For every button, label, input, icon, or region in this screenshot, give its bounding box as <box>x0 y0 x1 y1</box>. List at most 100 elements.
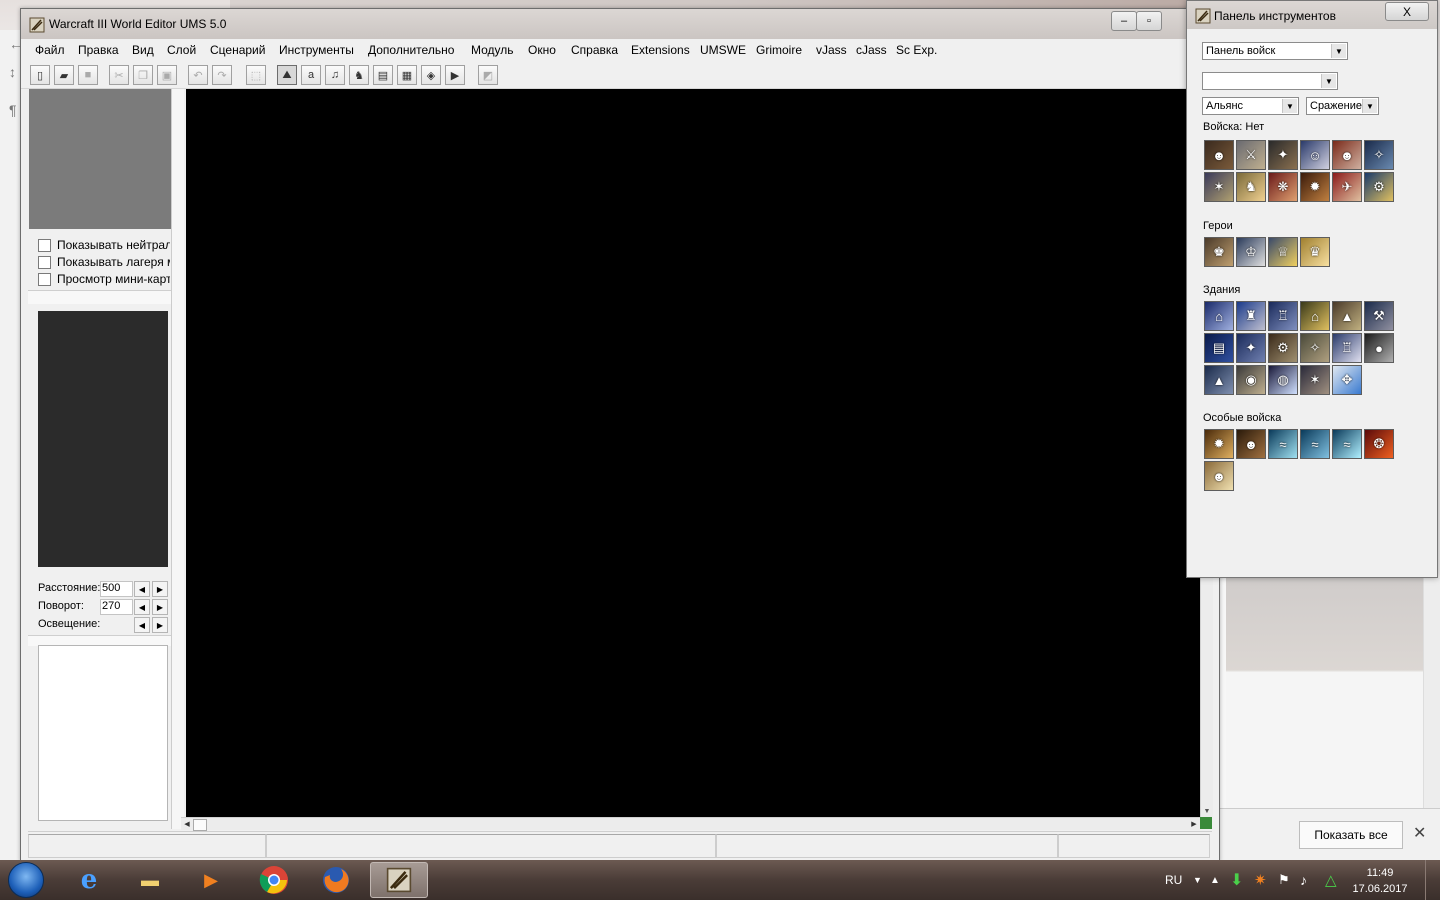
rotation-increase-icon[interactable]: ▶ <box>152 599 168 615</box>
farm-building-icon[interactable]: ⌂ <box>1300 301 1330 331</box>
mode-select[interactable]: Сражение ▼ <box>1306 97 1379 115</box>
rifleman-unit-icon[interactable]: ✦ <box>1268 140 1298 170</box>
show-hidden-icons-icon[interactable]: ▲ <box>1210 860 1220 900</box>
maximize-button[interactable]: ▫ <box>1136 11 1162 31</box>
chevron-down-icon[interactable]: ▼ <box>1331 44 1346 58</box>
menu-advanced[interactable]: Дополнительно <box>368 43 454 57</box>
dragonhawk-unit-icon[interactable]: ❋ <box>1268 172 1298 202</box>
download-arrow-icon[interactable]: ⬇ <box>1230 860 1243 900</box>
object-editor-icon[interactable]: ♞ <box>349 65 369 85</box>
menu-file[interactable]: Файл <box>35 43 65 57</box>
file-explorer-icon[interactable]: ▬ <box>121 862 179 898</box>
menu-tools[interactable]: Инструменты <box>279 43 354 57</box>
distance-value[interactable]: 500 <box>100 581 133 597</box>
gryphon-aviary-building-icon[interactable]: ✧ <box>1300 333 1330 363</box>
menu-layer[interactable]: Слой <box>167 43 196 57</box>
palette-title-bar[interactable]: Панель инструментов X <box>1187 1 1437 29</box>
world-editor-taskbar-button[interactable] <box>370 862 428 898</box>
palette-type-select[interactable]: Панель войск ▼ <box>1202 42 1348 60</box>
special-unit-icon-1[interactable]: ✹ <box>1204 429 1234 459</box>
flying-machine-unit-icon[interactable]: ✈ <box>1332 172 1362 202</box>
waygate-building-icon[interactable]: ✥ <box>1332 365 1362 395</box>
open-folder-icon[interactable]: ▰ <box>54 65 74 85</box>
cut-icon[interactable]: ✂ <box>109 65 129 85</box>
volume-icon[interactable]: ♪ <box>1300 860 1307 900</box>
guard-tower-building-icon[interactable]: ▲ <box>1204 365 1234 395</box>
terrain-editor-icon[interactable]: ⛰ <box>277 65 297 85</box>
media-player-icon[interactable]: ▶ <box>182 862 240 898</box>
water-elemental-icon-1[interactable]: ≈ <box>1268 429 1298 459</box>
menu-help[interactable]: Справка <box>571 43 618 57</box>
menu-extensions[interactable]: Extensions <box>631 43 690 57</box>
menu-sc-exp[interactable]: Sc Exp. <box>896 43 937 57</box>
menu-scenario[interactable]: Сценарий <box>210 43 265 57</box>
download-bar-close-icon[interactable]: ✕ <box>1413 823 1426 843</box>
menu-vjass[interactable]: vJass <box>816 43 847 57</box>
viewport-horizontal-scrollbar[interactable]: ◀ ▶ <box>181 817 1200 831</box>
race-select[interactable]: Альянс ▼ <box>1202 97 1299 115</box>
clock[interactable]: 11:49 17.06.2017 <box>1350 865 1410 897</box>
barracks-building-icon[interactable]: ▲ <box>1332 301 1362 331</box>
lumber-mill-building-icon[interactable]: ▤ <box>1204 333 1234 363</box>
blood-mage-hero-icon[interactable]: ♛ <box>1300 237 1330 267</box>
google-drive-icon[interactable]: △ <box>1325 860 1337 900</box>
special-unit-icon-2[interactable]: ☻ <box>1236 429 1266 459</box>
rotation-decrease-icon[interactable]: ◀ <box>134 599 150 615</box>
knight-unit-icon[interactable]: ♞ <box>1236 172 1266 202</box>
water-elemental-icon-2[interactable]: ≈ <box>1300 429 1330 459</box>
menu-cjass[interactable]: cJass <box>856 43 887 57</box>
campaign-editor-icon[interactable]: ▤ <box>373 65 393 85</box>
minimap[interactable] <box>29 89 171 229</box>
show-creep-camps-checkbox[interactable]: Показывать лагеря м <box>38 254 170 270</box>
phoenix-icon[interactable]: ❂ <box>1364 429 1394 459</box>
arcane-sanctum-building-icon[interactable]: ✦ <box>1236 333 1266 363</box>
action-center-icon[interactable]: ⚑ <box>1278 860 1290 900</box>
scroll-right-icon[interactable]: ▶ <box>1188 818 1200 830</box>
menu-view[interactable]: Вид <box>132 43 154 57</box>
distance-increase-icon[interactable]: ▶ <box>152 581 168 597</box>
scrollbar-thumb[interactable] <box>193 819 207 831</box>
tray-app-icon[interactable]: ✷ <box>1254 860 1267 900</box>
workshop-building-icon[interactable]: ⚙ <box>1268 333 1298 363</box>
mortar-team-unit-icon[interactable]: ✹ <box>1300 172 1330 202</box>
title-bar[interactable]: Warcraft III World Editor UMS 5.0 ‒ ▫ <box>21 9 1219 39</box>
redo-icon[interactable]: ↷ <box>212 65 232 85</box>
sorceress-unit-icon[interactable]: ☻ <box>1332 140 1362 170</box>
player-select[interactable]: ▼ <box>1202 72 1338 90</box>
show-all-button[interactable]: Показать все <box>1299 821 1403 849</box>
checkbox-box[interactable] <box>38 272 51 286</box>
show-desktop-button[interactable] <box>1425 860 1440 900</box>
menu-window[interactable]: Окно <box>528 43 556 57</box>
rotation-value[interactable]: 270 <box>100 599 133 615</box>
town-hall-building-icon[interactable]: ⌂ <box>1204 301 1234 331</box>
priest-unit-icon[interactable]: ☺ <box>1300 140 1330 170</box>
lighting-decrease-icon[interactable]: ◀ <box>134 617 150 633</box>
arcane-tower-building-icon[interactable]: ◍ <box>1268 365 1298 395</box>
language-indicator[interactable]: RU <box>1165 860 1182 900</box>
left-panel-splitter[interactable] <box>171 89 184 829</box>
scroll-left-icon[interactable]: ◀ <box>181 818 193 830</box>
archmage-hero-icon[interactable]: ♔ <box>1236 237 1266 267</box>
special-unit-icon-7[interactable]: ☻ <box>1204 461 1234 491</box>
import-manager-icon[interactable]: ◈ <box>421 65 441 85</box>
internet-explorer-icon[interactable]: e <box>60 862 118 898</box>
save-icon[interactable]: ■ <box>78 65 98 85</box>
blacksmith-building-icon[interactable]: ⚒ <box>1364 301 1394 331</box>
extra-tool-icon[interactable]: ◩ <box>478 65 498 85</box>
scroll-down-icon[interactable]: ▼ <box>1201 805 1213 817</box>
menu-module[interactable]: Модуль <box>471 43 514 57</box>
scout-tower-building-icon[interactable]: ● <box>1364 333 1394 363</box>
firefox-icon[interactable] <box>307 862 365 898</box>
show-neutral-checkbox[interactable]: Показывать нейтраль <box>38 237 170 253</box>
paste-icon[interactable]: ▣ <box>157 65 177 85</box>
chevron-down-icon[interactable]: ▼ <box>1362 99 1377 113</box>
undo-icon[interactable]: ↶ <box>188 65 208 85</box>
new-file-icon[interactable]: ▯ <box>30 65 50 85</box>
minimize-button[interactable]: ‒ <box>1111 11 1137 31</box>
minimap-preview-checkbox[interactable]: Просмотр мини-карты <box>38 271 170 287</box>
trigger-editor-icon[interactable]: a <box>301 65 321 85</box>
chevron-down-icon[interactable]: ▼ <box>1321 74 1336 88</box>
altar-building-icon[interactable]: ♖ <box>1332 333 1362 363</box>
test-map-icon[interactable]: ▶ <box>445 65 465 85</box>
chevron-down-icon[interactable]: ▼ <box>1282 99 1297 113</box>
